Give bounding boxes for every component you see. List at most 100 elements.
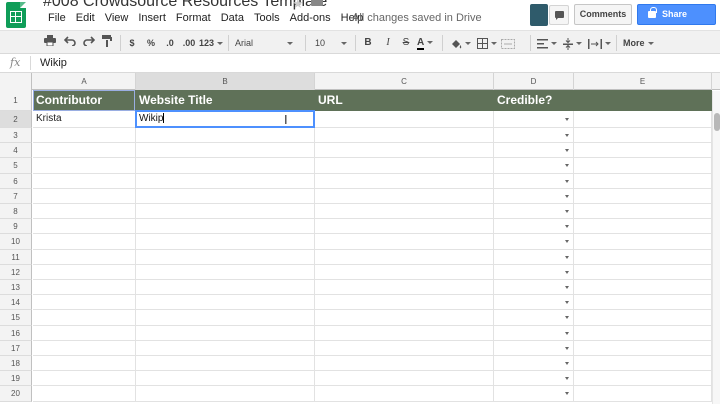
column-header-e[interactable]: E [574,73,712,90]
menu-format[interactable]: Format [171,11,216,25]
cell-contributor[interactable] [33,371,136,387]
cell-website-title[interactable] [136,188,315,204]
dropdown-arrow-icon[interactable] [565,346,569,350]
dropdown-arrow-icon[interactable] [565,316,569,320]
menu-tools[interactable]: Tools [249,11,285,25]
select-all-corner[interactable] [0,73,32,90]
cell-credible[interactable] [494,280,574,296]
formula-input[interactable]: Wikip [40,57,67,69]
row-header[interactable]: 5 [0,158,32,174]
cell-url[interactable] [315,219,494,235]
dropdown-arrow-icon[interactable] [565,149,569,153]
fill-color-button[interactable] [450,35,472,51]
dropdown-arrow-icon[interactable] [565,331,569,335]
cell-website-title[interactable] [136,173,315,189]
dropdown-arrow-icon[interactable] [565,164,569,168]
currency-button[interactable]: $ [127,35,137,51]
cell-credible[interactable] [494,204,574,220]
dropdown-arrow-icon[interactable] [565,255,569,259]
cell-url[interactable] [315,173,494,189]
cell-url[interactable] [315,249,494,265]
redo-icon[interactable] [82,35,96,51]
italic-button[interactable]: I [382,35,394,51]
document-title[interactable]: #008 Crowdsource Resources Template [43,0,327,11]
row-header[interactable]: 11 [0,249,32,265]
row-header[interactable]: 1 [0,90,32,111]
dropdown-arrow-icon[interactable] [565,377,569,381]
horizontal-align-button[interactable] [537,35,557,51]
row-header[interactable]: 6 [0,173,32,189]
cell-url[interactable] [315,128,494,144]
dropdown-arrow-icon[interactable] [565,194,569,198]
cell-website-title[interactable] [136,264,315,280]
cell-website-title[interactable] [136,310,315,326]
row-header[interactable]: 7 [0,188,32,204]
row-header[interactable]: 15 [0,310,32,326]
vertical-scrollbar[interactable] [712,91,720,404]
more-formats-button[interactable]: 123 [199,35,225,51]
cell-credible[interactable] [494,158,574,174]
cell-e[interactable] [574,325,712,341]
percent-button[interactable]: % [145,35,157,51]
undo-icon[interactable] [63,35,77,51]
cell-website-title[interactable] [136,340,315,356]
cell-url[interactable] [315,356,494,372]
cell-url[interactable] [315,371,494,387]
cell-e[interactable] [574,234,712,250]
row-header[interactable]: 9 [0,219,32,235]
cell-e[interactable] [574,310,712,326]
cell-e[interactable] [574,280,712,296]
dropdown-arrow-icon[interactable] [565,286,569,289]
cell-website-title[interactable] [136,280,315,296]
cell-credible[interactable] [494,295,574,311]
row-header[interactable]: 17 [0,340,32,356]
cell-e[interactable] [574,371,712,387]
cell-e[interactable] [574,111,712,128]
folder-icon[interactable] [311,0,323,6]
cell-url[interactable] [315,111,494,128]
dropdown-arrow-icon[interactable] [565,301,569,305]
text-color-button[interactable]: A [417,35,437,51]
dropdown-arrow-icon[interactable] [565,134,569,137]
cell-e[interactable] [574,249,712,265]
column-header-c[interactable]: C [315,73,494,90]
row-header[interactable]: 16 [0,325,32,341]
row-header[interactable]: 13 [0,280,32,296]
menu-file[interactable]: File [43,11,71,25]
column-header-a[interactable]: A [33,73,136,90]
decrease-decimals-button[interactable]: .0 [163,35,177,51]
vertical-align-button[interactable] [563,35,583,51]
header-cell-e[interactable] [574,90,712,111]
cell-website-title[interactable] [136,219,315,235]
cell-website-title[interactable] [136,356,315,372]
cell-website-title[interactable] [136,325,315,341]
cell-credible[interactable] [494,371,574,387]
cell-e[interactable] [574,219,712,235]
dropdown-arrow-icon[interactable] [565,362,569,365]
header-cell-contributor[interactable]: Contributor [33,90,136,111]
cell-e[interactable] [574,173,712,189]
cell-credible[interactable] [494,188,574,204]
cell-url[interactable] [315,234,494,250]
cell-url[interactable] [315,264,494,280]
header-cell-website-title[interactable]: Website Title [136,90,315,111]
cell-contributor[interactable] [33,234,136,250]
cell-contributor[interactable] [33,128,136,144]
row-header[interactable]: 20 [0,386,32,402]
print-icon[interactable] [43,35,57,51]
cell-website-title[interactable] [136,295,315,311]
cell-contributor[interactable] [33,280,136,296]
column-header-d[interactable]: D [494,73,574,90]
row-header[interactable]: 3 [0,128,32,144]
header-cell-credible[interactable]: Credible? [494,90,574,111]
chat-button[interactable] [549,5,569,25]
cell-credible[interactable] [494,264,574,280]
paint-format-icon[interactable] [100,35,114,51]
cell-url[interactable] [315,280,494,296]
cell-website-title[interactable] [136,371,315,387]
dropdown-arrow-icon[interactable] [565,270,569,274]
cell-e[interactable] [574,204,712,220]
cell-url[interactable] [315,310,494,326]
menu-edit[interactable]: Edit [71,11,100,25]
row-header[interactable]: 2 [0,111,32,128]
